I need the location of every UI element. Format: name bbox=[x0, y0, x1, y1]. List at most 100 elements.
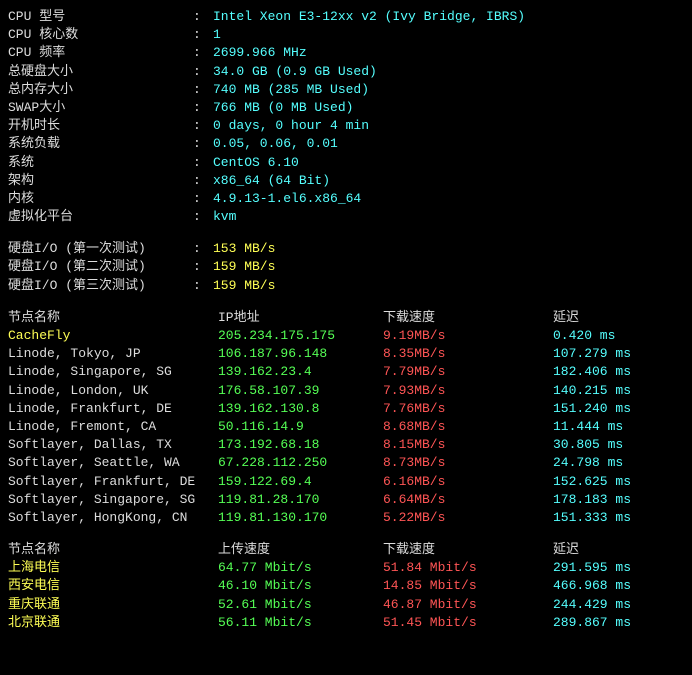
sysinfo-label: 开机时长 bbox=[8, 117, 193, 135]
speedtest-download: 5.22MB/s bbox=[383, 509, 553, 527]
kv-separator: : bbox=[193, 277, 213, 295]
china-download: 51.84 Mbit/s bbox=[383, 559, 553, 577]
speedtest-download: 8.68MB/s bbox=[383, 418, 553, 436]
system-info-block: CPU 型号: Intel Xeon E3-12xx v2 (Ivy Bridg… bbox=[8, 8, 684, 226]
speedtest-ip: 159.122.69.4 bbox=[218, 473, 383, 491]
speedtest-latency: 178.183 ms bbox=[553, 491, 631, 509]
china-latency: 466.968 ms bbox=[553, 577, 631, 595]
sysinfo-label: CPU 频率 bbox=[8, 44, 193, 62]
kv-separator: : bbox=[193, 99, 213, 117]
separator bbox=[8, 226, 684, 240]
diskio-label: 硬盘I/O (第三次测试) bbox=[8, 277, 193, 295]
sysinfo-value: x86_64 (64 Bit) bbox=[213, 172, 330, 190]
kv-separator: : bbox=[193, 81, 213, 99]
diskio-value: 153 MB/s bbox=[213, 240, 275, 258]
sysinfo-row: CPU 频率: 2699.966 MHz bbox=[8, 44, 684, 62]
speedtest-ip: 119.81.28.170 bbox=[218, 491, 383, 509]
speedtest-node: Softlayer, Dallas, TX bbox=[8, 436, 218, 454]
speedtest-ip: 205.234.175.175 bbox=[218, 327, 383, 345]
speedtest-latency: 182.406 ms bbox=[553, 363, 631, 381]
speedtest-row: Linode, London, UK176.58.107.397.93MB/s1… bbox=[8, 382, 684, 400]
speedtest-row: Linode, Tokyo, JP106.187.96.1488.35MB/s1… bbox=[8, 345, 684, 363]
speedtest-row: Softlayer, Frankfurt, DE159.122.69.46.16… bbox=[8, 473, 684, 491]
kv-separator: : bbox=[193, 135, 213, 153]
speedtest-node: Linode, London, UK bbox=[8, 382, 218, 400]
col-header-latency: 延迟 bbox=[553, 541, 579, 559]
speedtest-node: Linode, Singapore, SG bbox=[8, 363, 218, 381]
speedtest-latency: 11.444 ms bbox=[553, 418, 623, 436]
sysinfo-value: 0.05, 0.06, 0.01 bbox=[213, 135, 338, 153]
sysinfo-row: 总硬盘大小: 34.0 GB (0.9 GB Used) bbox=[8, 63, 684, 81]
col-header-node: 节点名称 bbox=[8, 541, 218, 559]
diskio-label: 硬盘I/O (第二次测试) bbox=[8, 258, 193, 276]
col-header-download: 下载速度 bbox=[383, 309, 553, 327]
speedtest-latency: 24.798 ms bbox=[553, 454, 623, 472]
speedtest-ip: 139.162.130.8 bbox=[218, 400, 383, 418]
sysinfo-value: CentOS 6.10 bbox=[213, 154, 299, 172]
speedtest-header-row: 节点名称IP地址下载速度延迟 bbox=[8, 309, 684, 327]
china-download: 46.87 Mbit/s bbox=[383, 596, 553, 614]
sysinfo-value: 34.0 GB (0.9 GB Used) bbox=[213, 63, 377, 81]
kv-separator: : bbox=[193, 190, 213, 208]
col-header-node: 节点名称 bbox=[8, 309, 218, 327]
speedtest-row: Linode, Fremont, CA50.116.14.98.68MB/s11… bbox=[8, 418, 684, 436]
speedtest-ip: 67.228.112.250 bbox=[218, 454, 383, 472]
china-row: 北京联通56.11 Mbit/s51.45 Mbit/s289.867 ms bbox=[8, 614, 684, 632]
speedtest-ip: 176.58.107.39 bbox=[218, 382, 383, 400]
kv-separator: : bbox=[193, 208, 213, 226]
kv-separator: : bbox=[193, 26, 213, 44]
sysinfo-label: CPU 核心数 bbox=[8, 26, 193, 44]
china-node: 西安电信 bbox=[8, 577, 218, 595]
sysinfo-label: 架构 bbox=[8, 172, 193, 190]
col-header-download: 下载速度 bbox=[383, 541, 553, 559]
col-header-latency: 延迟 bbox=[553, 309, 579, 327]
sysinfo-label: 内核 bbox=[8, 190, 193, 208]
china-row: 西安电信46.10 Mbit/s14.85 Mbit/s466.968 ms bbox=[8, 577, 684, 595]
diskio-value: 159 MB/s bbox=[213, 277, 275, 295]
col-header-upload: 上传速度 bbox=[218, 541, 383, 559]
diskio-row: 硬盘I/O (第二次测试): 159 MB/s bbox=[8, 258, 684, 276]
sysinfo-row: 总内存大小: 740 MB (285 MB Used) bbox=[8, 81, 684, 99]
sysinfo-row: SWAP大小: 766 MB (0 MB Used) bbox=[8, 99, 684, 117]
china-download: 51.45 Mbit/s bbox=[383, 614, 553, 632]
china-download: 14.85 Mbit/s bbox=[383, 577, 553, 595]
sysinfo-row: 系统负载: 0.05, 0.06, 0.01 bbox=[8, 135, 684, 153]
speedtest-node: Softlayer, Singapore, SG bbox=[8, 491, 218, 509]
speedtest-node: Linode, Fremont, CA bbox=[8, 418, 218, 436]
speedtest-node: Softlayer, Seattle, WA bbox=[8, 454, 218, 472]
speedtest-ip: 139.162.23.4 bbox=[218, 363, 383, 381]
diskio-row: 硬盘I/O (第一次测试): 153 MB/s bbox=[8, 240, 684, 258]
speedtest-node: Softlayer, HongKong, CN bbox=[8, 509, 218, 527]
china-latency: 244.429 ms bbox=[553, 596, 631, 614]
speedtest-download: 7.79MB/s bbox=[383, 363, 553, 381]
speedtest-latency: 107.279 ms bbox=[553, 345, 631, 363]
china-speedtest-block: 节点名称上传速度下载速度延迟上海电信64.77 Mbit/s51.84 Mbit… bbox=[8, 541, 684, 632]
diskio-row: 硬盘I/O (第三次测试): 159 MB/s bbox=[8, 277, 684, 295]
china-latency: 289.867 ms bbox=[553, 614, 631, 632]
sysinfo-row: CPU 型号: Intel Xeon E3-12xx v2 (Ivy Bridg… bbox=[8, 8, 684, 26]
speedtest-node: Linode, Frankfurt, DE bbox=[8, 400, 218, 418]
speedtest-latency: 140.215 ms bbox=[553, 382, 631, 400]
china-header-row: 节点名称上传速度下载速度延迟 bbox=[8, 541, 684, 559]
speedtest-download: 8.35MB/s bbox=[383, 345, 553, 363]
speedtest-ip: 50.116.14.9 bbox=[218, 418, 383, 436]
speedtest-block: 节点名称IP地址下载速度延迟CacheFly205.234.175.1759.1… bbox=[8, 309, 684, 527]
separator bbox=[8, 527, 684, 541]
sysinfo-value: 1 bbox=[213, 26, 221, 44]
speedtest-download: 6.16MB/s bbox=[383, 473, 553, 491]
speedtest-latency: 151.240 ms bbox=[553, 400, 631, 418]
speedtest-download: 7.93MB/s bbox=[383, 382, 553, 400]
disk-io-block: 硬盘I/O (第一次测试): 153 MB/s硬盘I/O (第二次测试): 15… bbox=[8, 240, 684, 295]
col-header-ip: IP地址 bbox=[218, 309, 383, 327]
speedtest-latency: 30.805 ms bbox=[553, 436, 623, 454]
china-node: 上海电信 bbox=[8, 559, 218, 577]
speedtest-latency: 151.333 ms bbox=[553, 509, 631, 527]
china-upload: 46.10 Mbit/s bbox=[218, 577, 383, 595]
sysinfo-row: 架构: x86_64 (64 Bit) bbox=[8, 172, 684, 190]
china-latency: 291.595 ms bbox=[553, 559, 631, 577]
speedtest-node: CacheFly bbox=[8, 327, 218, 345]
speedtest-download: 9.19MB/s bbox=[383, 327, 553, 345]
speedtest-row: Softlayer, HongKong, CN119.81.130.1705.2… bbox=[8, 509, 684, 527]
kv-separator: : bbox=[193, 117, 213, 135]
speedtest-download: 8.73MB/s bbox=[383, 454, 553, 472]
